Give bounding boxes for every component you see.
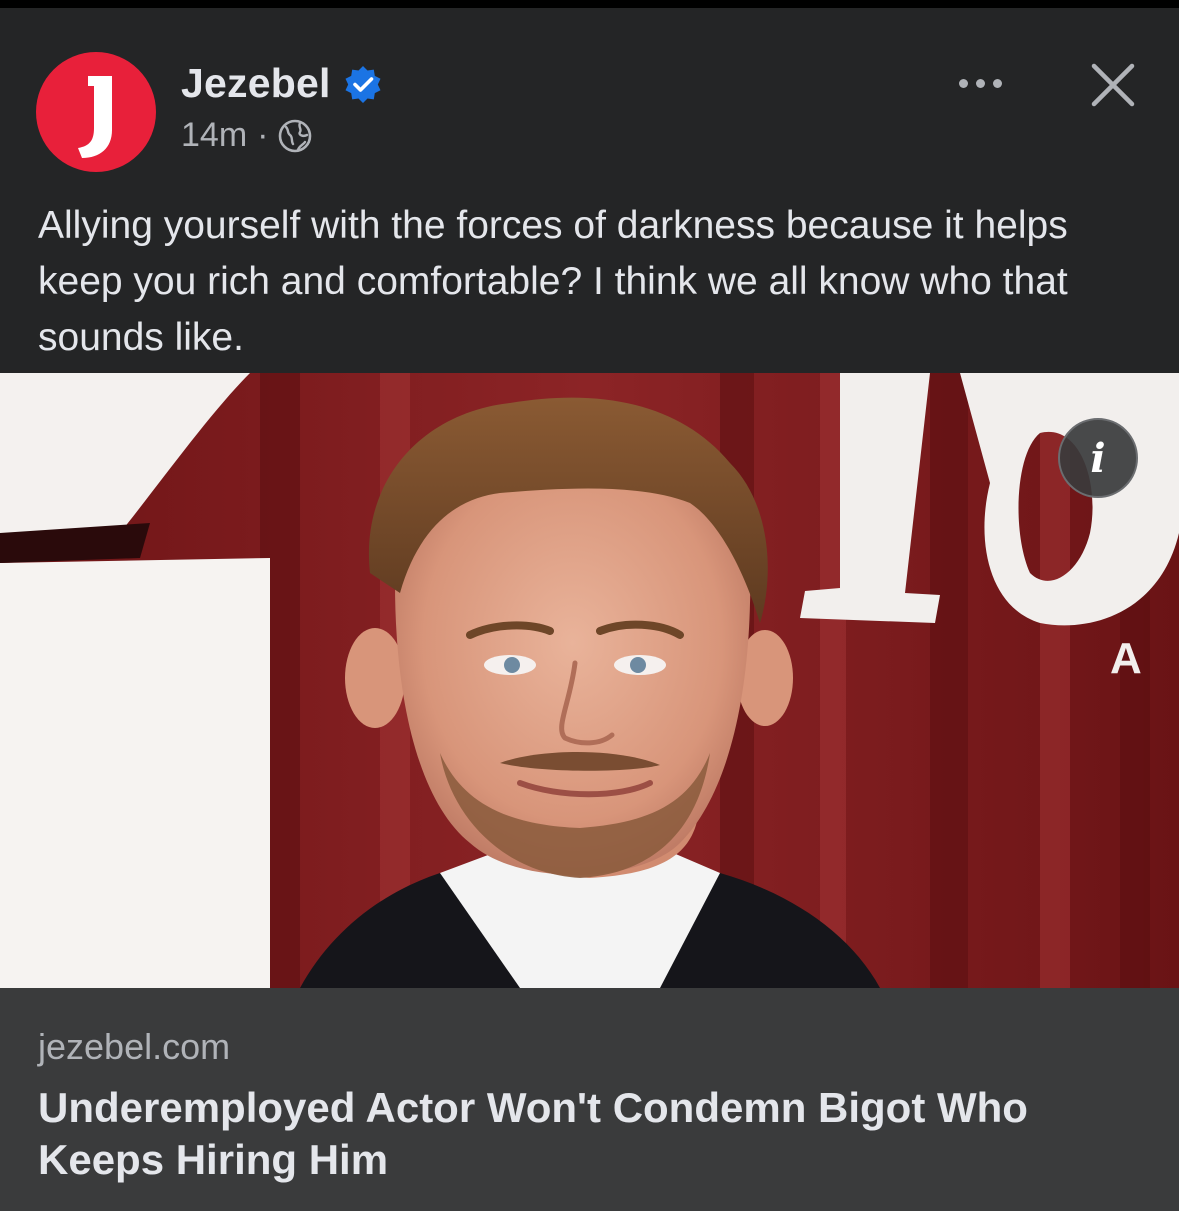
actor-photo: A xyxy=(0,373,1179,988)
post-timestamp[interactable]: 14m xyxy=(181,116,247,155)
more-options-icon[interactable] xyxy=(948,68,1012,98)
link-title[interactable]: Underemployed Actor Won't Condemn Bigot … xyxy=(38,1082,1138,1186)
link-preview[interactable]: jezebel.com Underemployed Actor Won't Co… xyxy=(0,988,1179,1211)
close-icon[interactable] xyxy=(1086,58,1140,112)
post-meta: 14m · xyxy=(181,116,312,155)
feed-post: Jezebel 14m · Allying yourself with the … xyxy=(0,8,1179,1211)
page-name[interactable]: Jezebel xyxy=(181,60,331,107)
page-avatar[interactable] xyxy=(36,52,156,172)
meta-separator: · xyxy=(257,116,269,154)
backdrop-letter: A xyxy=(1110,634,1142,683)
link-domain: jezebel.com xyxy=(38,1026,231,1067)
jezebel-logo-icon xyxy=(78,76,112,158)
post-photo[interactable]: A i xyxy=(0,373,1179,988)
status-bar-edge xyxy=(0,0,1179,8)
globe-icon xyxy=(279,119,312,152)
verified-badge-icon xyxy=(345,65,381,103)
post-caption: Allying yourself with the forces of dark… xyxy=(38,204,1068,359)
page-name-row: Jezebel xyxy=(181,60,383,107)
info-icon[interactable]: i xyxy=(1058,418,1138,498)
